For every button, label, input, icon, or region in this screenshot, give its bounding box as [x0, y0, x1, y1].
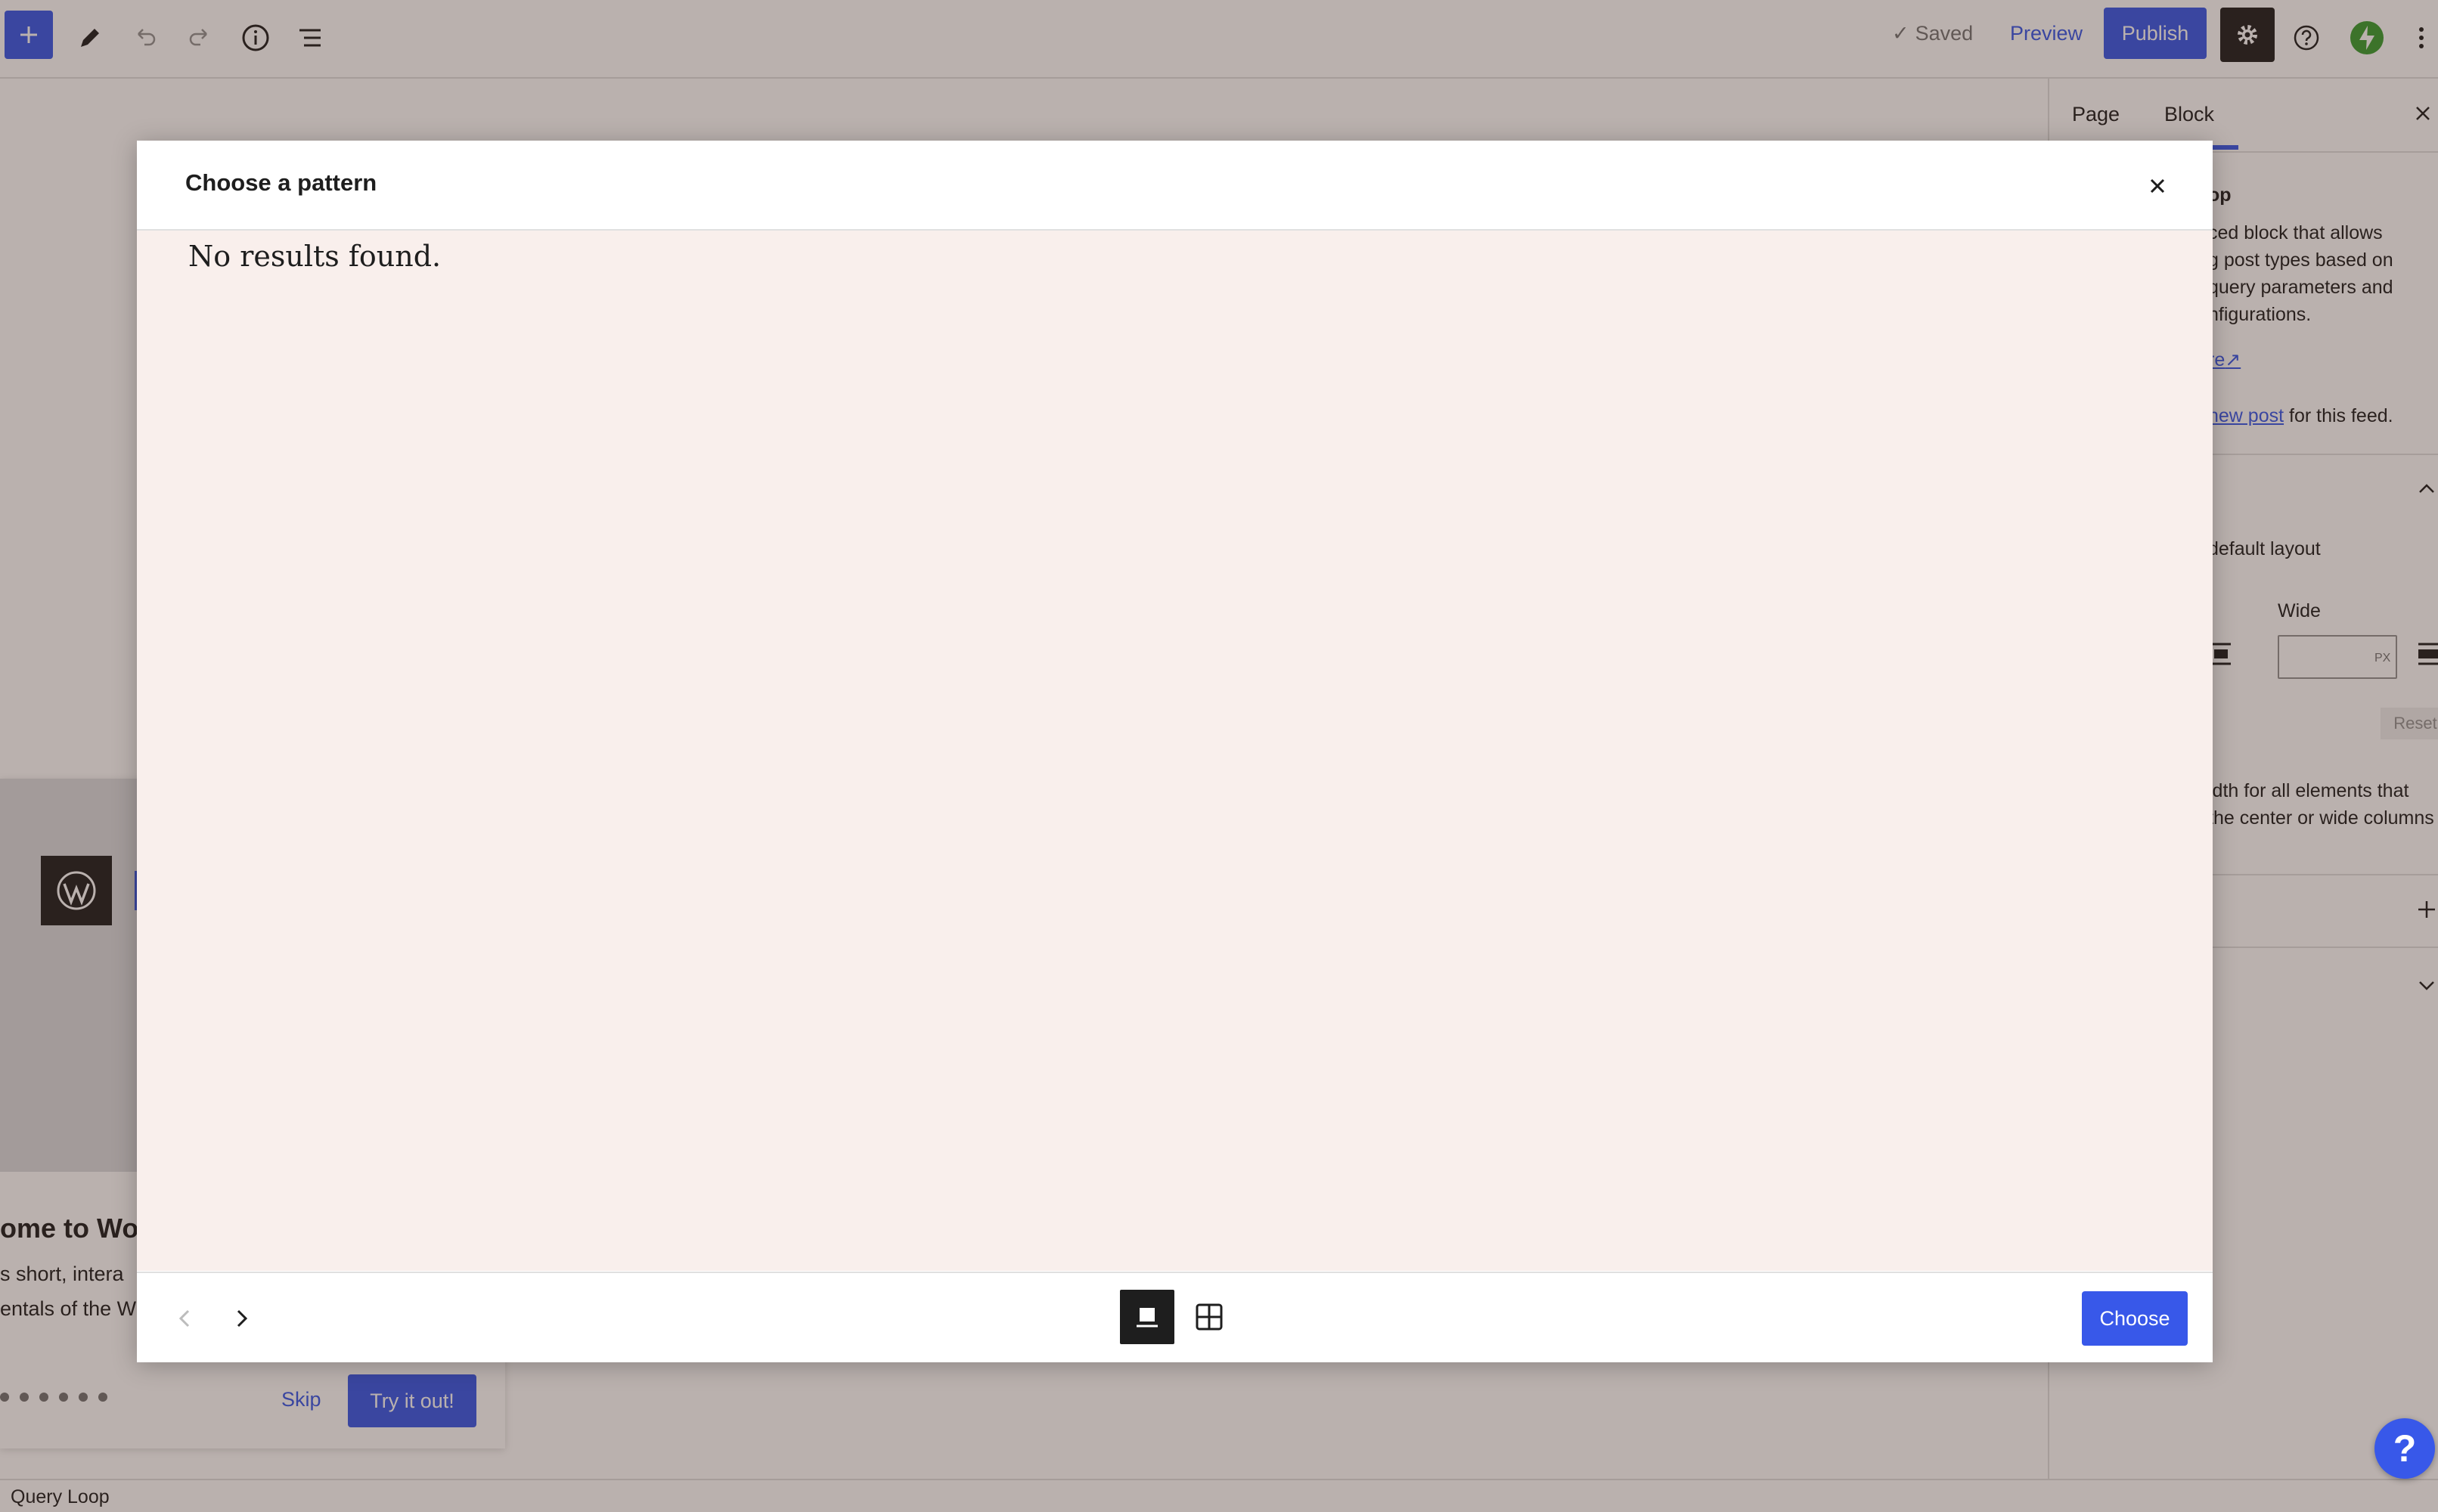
- no-results-message: No results found.: [188, 240, 442, 273]
- modal-header: Choose a pattern: [137, 141, 2213, 231]
- previous-pattern-button[interactable]: [164, 1297, 206, 1340]
- single-view-button[interactable]: [1120, 1290, 1174, 1344]
- pattern-preview-area: No results found.: [137, 231, 2213, 1271]
- help-bubble-button[interactable]: ?: [2374, 1418, 2435, 1479]
- chevron-left-icon: [178, 1309, 190, 1328]
- chevron-right-icon: [237, 1309, 248, 1328]
- modal-title: Choose a pattern: [185, 169, 377, 196]
- grid-view-button[interactable]: [1182, 1290, 1236, 1344]
- modal-footer: Choose: [137, 1272, 2213, 1362]
- next-pattern-button[interactable]: [220, 1297, 262, 1340]
- choose-pattern-modal: Choose a pattern No results found. Choos…: [137, 141, 2213, 1362]
- choose-button[interactable]: Choose: [2082, 1291, 2188, 1346]
- close-icon: [2150, 178, 2165, 194]
- modal-close-button[interactable]: [2139, 168, 2176, 204]
- single-view-icon: [1137, 1308, 1158, 1328]
- grid-view-icon: [1196, 1303, 1223, 1331]
